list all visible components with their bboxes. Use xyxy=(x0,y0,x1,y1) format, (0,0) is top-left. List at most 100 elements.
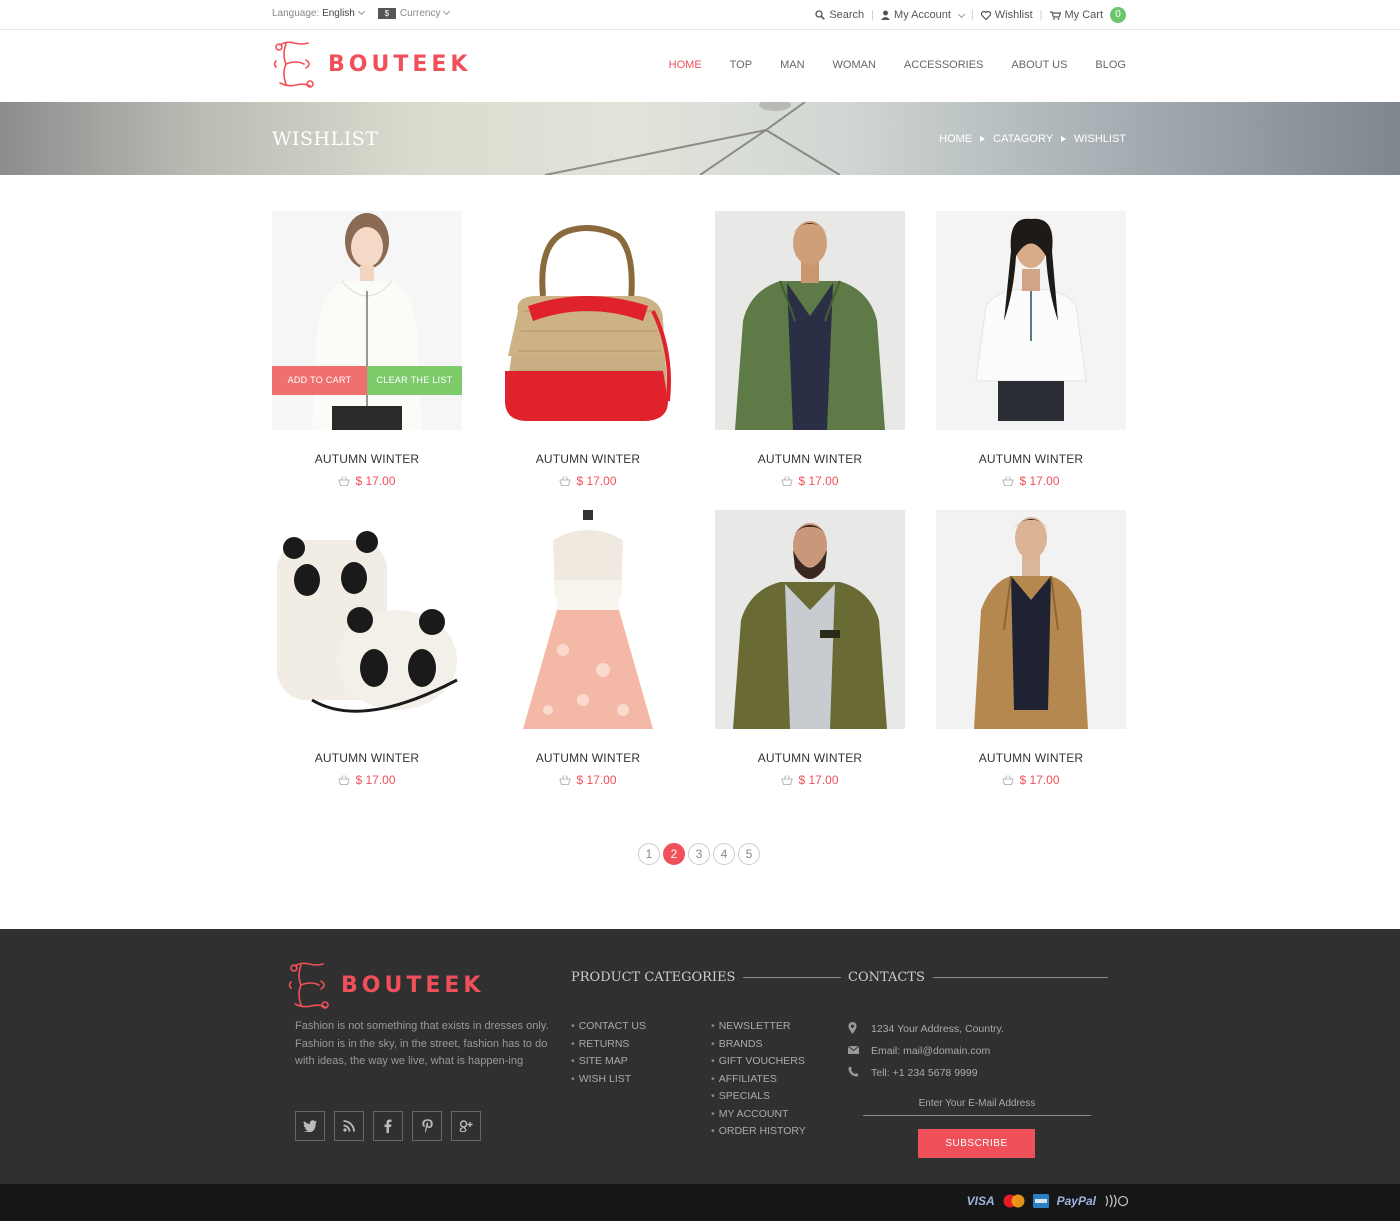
nav-home[interactable]: HOME xyxy=(669,59,702,71)
product-card[interactable]: AUTUMN WINTER $ 17.00 xyxy=(493,211,683,488)
pinterest-icon[interactable] xyxy=(412,1111,442,1141)
clear-list-button[interactable]: CLEAR THE LIST xyxy=(367,366,462,395)
footer-link-gift-vouchers[interactable]: GIFT VOUCHERS xyxy=(711,1053,806,1071)
product-card[interactable]: ADD TO CART CLEAR THE LIST AUTUMN WINTER… xyxy=(272,211,462,488)
footer-link-contact-us[interactable]: CONTACT US xyxy=(571,1018,646,1036)
breadcrumb-home[interactable]: HOME xyxy=(939,133,972,145)
envelope-icon xyxy=(847,1045,871,1057)
footer-logo[interactable]: BOUTEEK xyxy=(287,960,484,1010)
basket-icon xyxy=(338,775,351,785)
page-5-button[interactable]: 5 xyxy=(738,843,760,865)
footer-link-returns[interactable]: RETURNS xyxy=(571,1036,646,1054)
wishlist-link[interactable]: Wishlist xyxy=(980,9,1033,21)
nav-man[interactable]: MAN xyxy=(780,59,804,71)
product-name[interactable]: AUTUMN WINTER xyxy=(272,452,462,466)
product-image-man-trench-coat[interactable] xyxy=(936,510,1126,729)
chevron-down-icon xyxy=(443,8,451,16)
footer-link-site-map[interactable]: SITE MAP xyxy=(571,1053,646,1071)
product-name[interactable]: AUTUMN WINTER xyxy=(936,751,1126,765)
nav-accessories[interactable]: ACCESSORIES xyxy=(904,59,983,71)
search-icon xyxy=(815,10,826,20)
product-card[interactable]: AUTUMN WINTER $ 17.00 xyxy=(936,510,1126,787)
nav-woman[interactable]: WOMAN xyxy=(833,59,876,71)
product-card[interactable]: AUTUMN WINTER $ 17.00 xyxy=(936,211,1126,488)
page-2-button[interactable]: 2 xyxy=(663,843,685,865)
product-image-man-green-jacket[interactable] xyxy=(715,211,905,430)
footer-link-specials[interactable]: SPECIALS xyxy=(711,1088,806,1106)
facebook-icon[interactable] xyxy=(373,1111,403,1141)
nav-blog[interactable]: BLOG xyxy=(1095,59,1126,71)
basket-icon xyxy=(559,775,572,785)
product-price: $ 17.00 xyxy=(715,773,905,787)
product-price-value: $ 17.00 xyxy=(1019,773,1060,787)
google-plus-icon[interactable] xyxy=(451,1111,481,1141)
basket-icon xyxy=(1002,775,1015,785)
cart-link[interactable]: My Cart 0 xyxy=(1049,7,1126,23)
twitter-icon[interactable] xyxy=(295,1111,325,1141)
product-image-woman-white-top[interactable] xyxy=(936,211,1126,430)
footer-about-text: Fashion is not something that exists in … xyxy=(295,1020,549,1067)
search-link[interactable]: Search xyxy=(815,9,864,21)
contact-email-text[interactable]: Email: mail@domain.com xyxy=(871,1045,990,1057)
contacts-title: CONTACTS xyxy=(848,970,925,985)
breadcrumb: HOME CATAGORY WISHLIST xyxy=(939,133,1126,145)
footer-link-brands[interactable]: BRANDS xyxy=(711,1036,806,1054)
product-name[interactable]: AUTUMN WINTER xyxy=(493,452,683,466)
product-card[interactable]: AUTUMN WINTER $ 17.00 xyxy=(715,510,905,787)
footer-link-wish-list[interactable]: WISH LIST xyxy=(571,1071,646,1089)
product-card[interactable]: AUTUMN WINTER $ 17.00 xyxy=(493,510,683,787)
product-price: $ 17.00 xyxy=(272,773,462,787)
contact-address: 1234 Your Address, Country. xyxy=(848,1018,1004,1040)
footer-link-my-account[interactable]: MY ACCOUNT xyxy=(711,1106,806,1124)
logo[interactable]: BOUTEEK xyxy=(272,39,471,89)
product-card[interactable]: AUTUMN WINTER $ 17.00 xyxy=(272,510,462,787)
footer-link-order-history[interactable]: ORDER HISTORY xyxy=(711,1123,806,1141)
add-to-cart-button[interactable]: ADD TO CART xyxy=(272,366,367,395)
product-name[interactable]: AUTUMN WINTER xyxy=(272,751,462,765)
social-links xyxy=(295,1111,481,1141)
rss-icon[interactable] xyxy=(334,1111,364,1141)
footer-link-newsletter[interactable]: NEWSLETTER xyxy=(711,1018,806,1036)
cart-icon xyxy=(1049,10,1061,20)
footer-link-affiliates[interactable]: AFFILIATES xyxy=(711,1071,806,1089)
account-link[interactable]: My Account xyxy=(881,9,965,21)
paypal-icon: PayPal xyxy=(1056,1194,1096,1208)
account-label: My Account xyxy=(894,9,951,21)
product-name[interactable]: AUTUMN WINTER xyxy=(936,452,1126,466)
page-4-button[interactable]: 4 xyxy=(713,843,735,865)
product-name[interactable]: AUTUMN WINTER xyxy=(715,751,905,765)
currency-selector[interactable]: $ Currency xyxy=(377,8,451,19)
breadcrumb-category[interactable]: CATAGORY xyxy=(993,133,1053,145)
contacts-heading: CONTACTS xyxy=(848,970,1108,985)
product-image-bearded-man-jacket[interactable] xyxy=(715,510,905,729)
basket-icon xyxy=(338,476,351,486)
page-3-button[interactable]: 3 xyxy=(688,843,710,865)
newsletter-email-input[interactable] xyxy=(863,1092,1091,1116)
subscribe-button[interactable]: SUBSCRIBE xyxy=(918,1129,1035,1158)
main-nav: HOME TOP MAN WOMAN ACCESSORIES ABOUT US … xyxy=(669,59,1126,71)
product-price-value: $ 17.00 xyxy=(355,474,396,488)
language-selector[interactable]: Language: English xyxy=(272,8,365,20)
product-card[interactable]: AUTUMN WINTER $ 17.00 xyxy=(715,211,905,488)
nav-about-us[interactable]: ABOUT US xyxy=(1011,59,1067,71)
top-bar: Language: English $ Currency Search | My … xyxy=(0,0,1400,30)
basket-icon xyxy=(559,476,572,486)
product-image-pink-dress[interactable] xyxy=(493,510,683,729)
cart-label: My Cart xyxy=(1064,9,1104,21)
basket-icon xyxy=(781,476,794,486)
contact-email: Email: mail@domain.com xyxy=(847,1040,1004,1062)
product-image-woman-white-shirt[interactable]: ADD TO CART CLEAR THE LIST xyxy=(272,211,462,430)
nav-top[interactable]: TOP xyxy=(730,59,752,71)
product-image-panda-backpack[interactable] xyxy=(272,510,462,729)
page-1-button[interactable]: 1 xyxy=(638,843,660,865)
contactless-icon xyxy=(1105,1194,1128,1208)
contact-phone: Tell: +1 234 5678 9999 xyxy=(848,1062,1004,1084)
product-name[interactable]: AUTUMN WINTER xyxy=(715,452,905,466)
breadcrumb-arrow-icon xyxy=(980,136,986,142)
product-price: $ 17.00 xyxy=(493,474,683,488)
footer-links-col1: CONTACT US RETURNS SITE MAP WISH LIST xyxy=(571,1018,646,1088)
language-value: English xyxy=(322,8,355,20)
product-name[interactable]: AUTUMN WINTER xyxy=(493,751,683,765)
user-links: Search | My Account | Wishlist | My Cart… xyxy=(815,7,1126,23)
product-image-handbag[interactable] xyxy=(493,211,683,430)
